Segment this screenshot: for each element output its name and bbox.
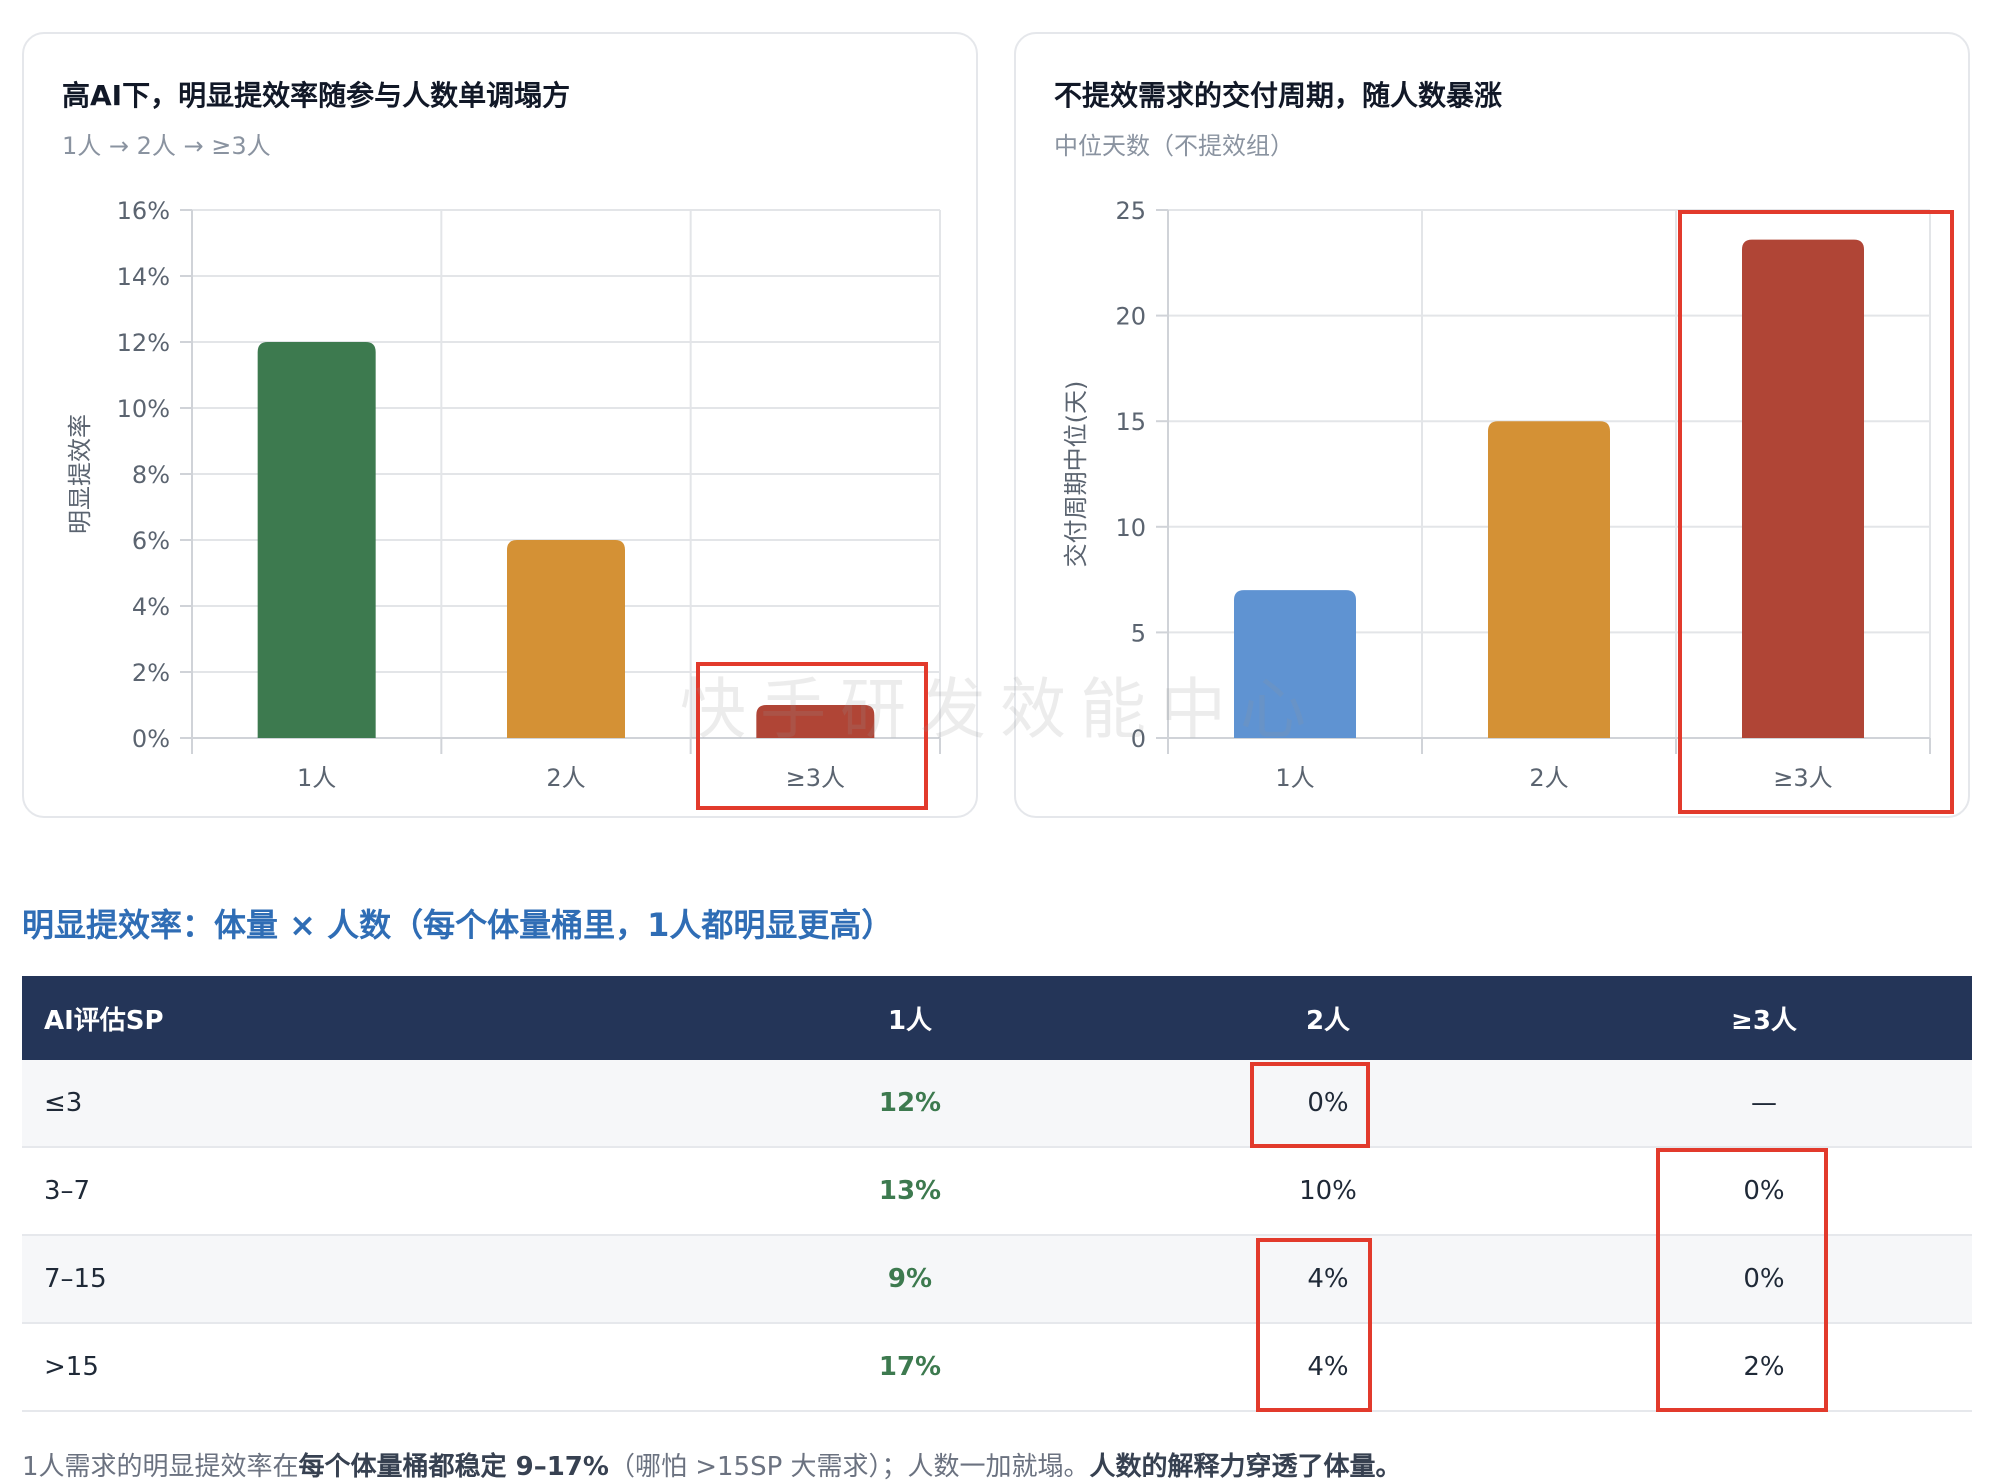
highlight-box	[1656, 1148, 1828, 1412]
y-tick-label: 10	[1115, 514, 1146, 542]
table-cell: 17%	[878, 1352, 942, 1382]
y-tick-label: 12%	[117, 329, 170, 357]
table-cell: 10%	[1299, 1176, 1357, 1206]
table-row: ≤3 12% 0% —	[22, 1060, 1972, 1148]
x-tick-label: 1人	[297, 764, 336, 792]
x-tick-label: ≥3人	[1773, 764, 1832, 792]
table-cell: ≤3	[44, 1088, 83, 1118]
y-axis-title: 明显提效率	[66, 414, 94, 534]
bar	[1742, 239, 1864, 738]
bar	[257, 342, 376, 738]
footnote-text: 1人需求的明显提效率在	[22, 1452, 299, 1482]
highlight-box	[1256, 1238, 1372, 1412]
table-cell: —	[1751, 1088, 1777, 1118]
footnote-emphasis: 人数的解释力穿透了体量。	[1089, 1452, 1402, 1482]
y-tick-label: 25	[1115, 197, 1146, 225]
y-tick-label: 16%	[117, 197, 170, 225]
table-cell: 3–7	[44, 1176, 91, 1206]
y-tick-label: 6%	[132, 527, 170, 555]
footnote: 1人需求的明显提效率在每个体量桶都稳定 9–17%（哪怕 >15SP 大需求）；…	[22, 1446, 1402, 1483]
x-tick-label: ≥3人	[786, 764, 845, 792]
y-tick-label: 10%	[117, 395, 170, 423]
y-tick-label: 15	[1115, 408, 1146, 436]
highlight-box	[1250, 1062, 1370, 1148]
table-heading: 明显提效率：体量 × 人数（每个体量桶里，1人都明显更高）	[22, 906, 894, 944]
footnote-emphasis: 每个体量桶都稳定 9–17%	[298, 1452, 609, 1482]
y-axis-title: 交付周期中位(天)	[1062, 381, 1090, 568]
y-tick-label: 20	[1115, 303, 1146, 331]
bar	[1488, 421, 1610, 738]
column-header: AI评估SP	[44, 1005, 164, 1036]
table-cell: 12%	[878, 1088, 942, 1118]
y-tick-label: 14%	[117, 263, 170, 291]
column-header: 2人	[1305, 1005, 1351, 1036]
watermark: 快手研发效能中心	[680, 671, 1320, 748]
bar	[507, 540, 625, 738]
y-tick-label: 8%	[132, 461, 170, 489]
table-header-row: AI评估SP 1人 2人 ≥3人	[22, 976, 1972, 1060]
x-tick-label: 2人	[1529, 764, 1568, 792]
y-tick-label: 4%	[132, 593, 170, 621]
y-tick-label: 0%	[132, 725, 170, 753]
x-tick-label: 2人	[546, 764, 585, 792]
table-cell: >15	[44, 1352, 99, 1382]
table-cell: 13%	[878, 1176, 942, 1206]
footnote-text: （哪怕 >15SP 大需求）；人数一加就塌。	[608, 1452, 1090, 1482]
table-cell: 9%	[887, 1264, 933, 1294]
column-header: 1人	[887, 1005, 933, 1036]
y-tick-label: 5	[1131, 619, 1146, 647]
x-tick-label: 1人	[1275, 764, 1314, 792]
y-tick-label: 2%	[132, 659, 170, 687]
column-header: ≥3人	[1731, 1005, 1797, 1036]
table-cell: 7–15	[44, 1264, 107, 1294]
